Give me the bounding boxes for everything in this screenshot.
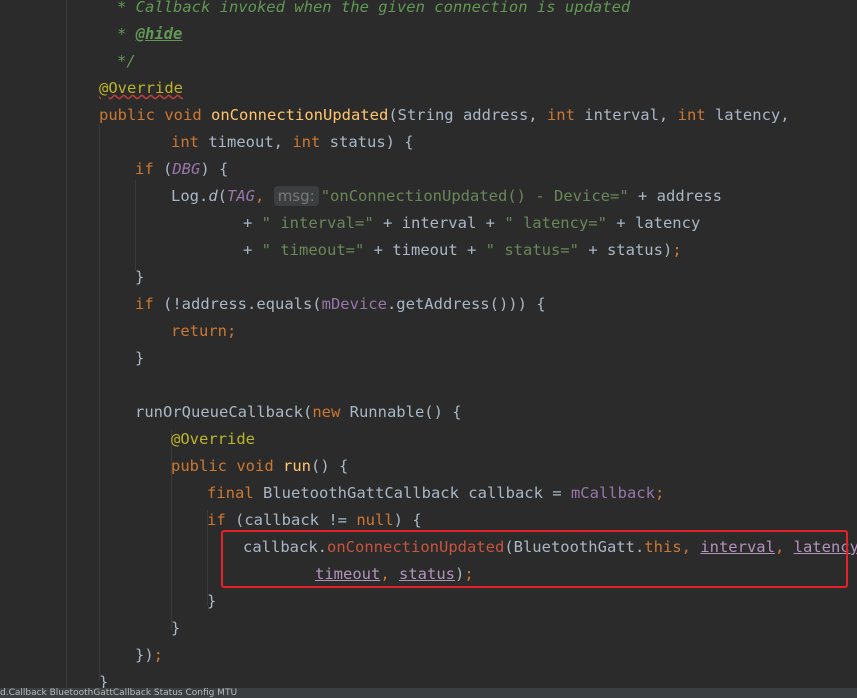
code-token: } <box>207 592 217 610</box>
code-token: status) { <box>329 133 414 151</box>
indent-guide <box>66 0 67 698</box>
code-token: TAG <box>227 187 256 205</box>
code-token: mDevice <box>321 295 387 313</box>
code-line[interactable]: + " timeout=" + timeout + " status=" + s… <box>243 237 682 264</box>
code-line[interactable]: */ <box>117 48 136 75</box>
code-token: , <box>255 187 274 205</box>
code-line[interactable]: public void run() { <box>171 453 348 480</box>
code-token: @Override <box>99 79 183 97</box>
code-token: ; <box>672 241 682 259</box>
code-token: int <box>292 133 330 151</box>
code-token: " status=" <box>485 241 579 259</box>
code-token: " latency=" <box>504 214 607 232</box>
code-line[interactable]: } <box>171 615 180 642</box>
code-token: if <box>135 160 163 178</box>
code-token: ; <box>654 484 665 502</box>
code-token: + <box>243 241 262 259</box>
code-token: Log. <box>171 187 209 205</box>
code-line[interactable]: } <box>135 264 144 291</box>
code-token: } <box>135 268 145 286</box>
code-token: */ <box>117 52 136 70</box>
code-token: @hide <box>135 25 183 43</box>
indent-guide <box>135 180 136 270</box>
code-token: latency, <box>714 106 790 124</box>
code-line[interactable]: * @hide <box>117 21 182 48</box>
code-token: return; <box>171 322 237 340</box>
code-token: public <box>99 106 165 124</box>
code-token: void <box>236 457 283 475</box>
code-token: run <box>283 457 311 475</box>
code-token: timeout, <box>208 133 293 151</box>
code-token: " interval=" <box>261 214 374 232</box>
code-token: void <box>164 106 211 124</box>
code-token: ) { <box>393 511 422 529</box>
code-token: (callback != <box>235 511 357 529</box>
code-line[interactable]: final BluetoothGattCallback callback = m… <box>207 480 664 507</box>
code-line[interactable]: int timeout, int status) { <box>171 129 414 156</box>
code-token: BluetoothGattCallback callback = <box>263 484 571 502</box>
code-line[interactable]: + " interval=" + interval + " latency=" … <box>243 210 700 237</box>
code-token: .getAddress())) { <box>386 295 546 313</box>
code-line[interactable]: }); <box>135 642 163 669</box>
code-token: int <box>546 106 585 124</box>
code-token: }) <box>135 646 154 664</box>
code-token: interval, <box>584 106 678 124</box>
code-token: onConnectionUpdated <box>211 106 389 124</box>
code-token: if <box>135 295 163 313</box>
code-token: msg: <box>273 186 319 206</box>
code-line[interactable]: } <box>207 588 216 615</box>
code-token: int <box>677 106 715 124</box>
code-line[interactable]: if (DBG) { <box>135 156 228 183</box>
code-token: ) { <box>200 160 229 178</box>
code-token: if <box>207 511 235 529</box>
code-token: * <box>117 25 136 43</box>
code-line[interactable]: } <box>135 345 144 372</box>
code-token: DBG <box>172 160 201 178</box>
code-token: runOrQueueCallback( <box>135 403 313 421</box>
code-token: "onConnectionUpdated() - Device=" <box>320 187 629 205</box>
code-token: } <box>135 349 145 367</box>
editor-gutter <box>0 0 66 698</box>
code-line[interactable]: @Override <box>171 426 255 453</box>
code-line[interactable]: Log.d(TAG, msg: "onConnectionUpdated() - … <box>171 183 722 210</box>
code-token: + latency <box>606 214 701 232</box>
code-line[interactable]: @Override <box>99 75 183 102</box>
status-strip: d.Callback BluetoothGattCallback Status … <box>0 688 857 698</box>
code-token: + status) <box>578 241 673 259</box>
code-token: ; <box>153 646 164 664</box>
code-token: mCallback <box>570 484 655 502</box>
code-line[interactable]: public void onConnectionUpdated(String a… <box>99 102 790 129</box>
indent-guide <box>99 125 100 680</box>
code-token: } <box>171 619 181 637</box>
code-token: * Callback invoked when the given connec… <box>117 0 631 16</box>
highlight-annotation-box <box>221 530 848 588</box>
code-token: (String address, <box>388 106 547 124</box>
code-line[interactable]: * Callback invoked when the given connec… <box>117 0 630 21</box>
code-line[interactable]: if (!address.equals(mDevice.getAddress()… <box>135 291 546 318</box>
code-token: null <box>356 511 394 529</box>
code-token: final <box>207 484 263 502</box>
code-token: d <box>208 187 218 205</box>
code-token: " timeout=" <box>261 241 365 259</box>
code-line[interactable]: return; <box>171 318 236 345</box>
code-token: @Override <box>171 430 255 448</box>
code-token: + timeout + <box>364 241 486 259</box>
code-token: + interval + <box>373 214 505 232</box>
code-token: ( <box>163 160 173 178</box>
code-token: public <box>171 457 237 475</box>
code-token: + address <box>628 187 722 205</box>
code-token: int <box>171 133 209 151</box>
code-token: (!address.equals( <box>163 295 322 313</box>
code-token: ( <box>217 187 228 205</box>
code-token: Runnable() { <box>349 403 462 421</box>
code-token: + <box>243 214 262 232</box>
code-token: new <box>312 403 350 421</box>
code-token: () { <box>311 457 349 475</box>
code-line[interactable]: runOrQueueCallback(new Runnable() { <box>135 399 462 426</box>
